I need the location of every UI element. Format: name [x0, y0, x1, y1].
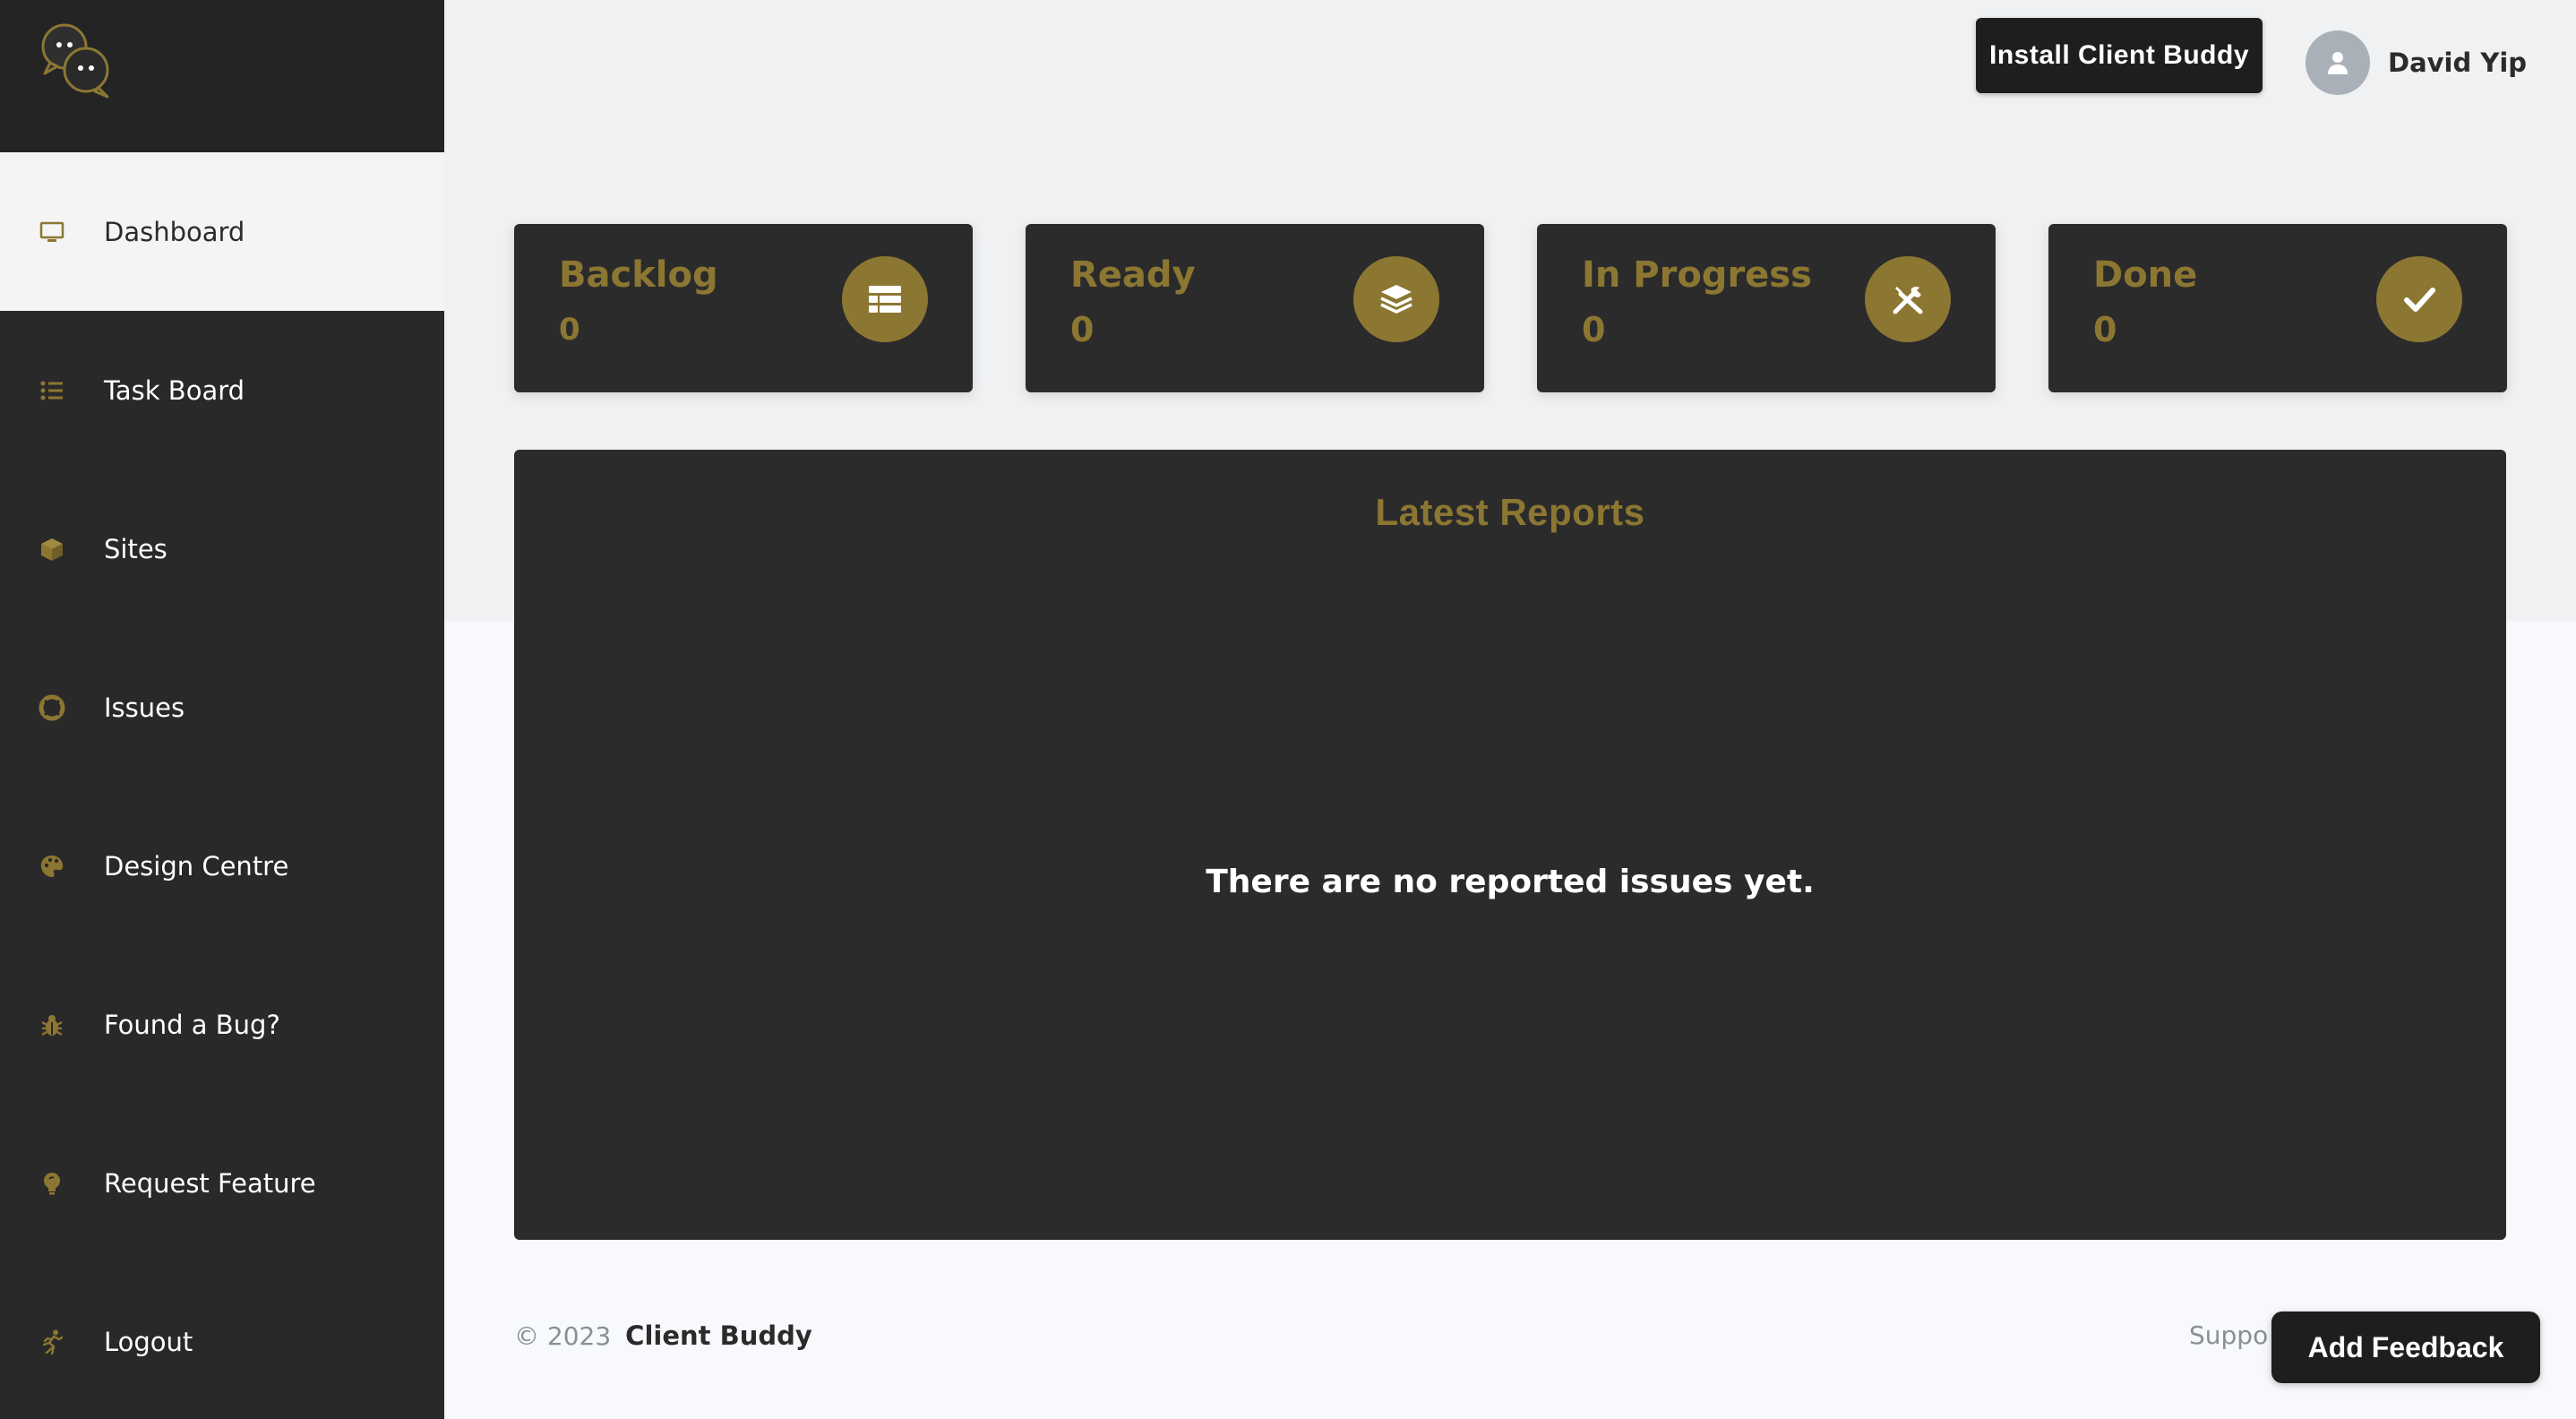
stat-card-ready[interactable]: Ready 0: [1026, 224, 1484, 392]
user-menu[interactable]: David Yip: [2306, 30, 2527, 95]
stat-card-backlog[interactable]: Backlog 0: [514, 224, 973, 392]
stat-card-title: Done: [2093, 254, 2198, 296]
stat-card-title: Ready: [1070, 254, 1196, 296]
sidebar-item-label: Found a Bug?: [104, 1009, 280, 1040]
sidebar-item-label: Logout: [104, 1326, 193, 1357]
sidebar-item-dashboard[interactable]: Dashboard: [0, 152, 444, 311]
cube-icon: [38, 535, 66, 563]
reports-empty-message: There are no reported issues yet.: [1206, 864, 1815, 900]
add-feedback-button[interactable]: Add Feedback: [2271, 1312, 2540, 1383]
footer-brand: Client Buddy: [625, 1320, 812, 1351]
sidebar-item-logout[interactable]: Logout: [0, 1262, 444, 1419]
bug-icon: [38, 1010, 66, 1039]
stat-card-in-progress[interactable]: In Progress 0: [1537, 224, 1996, 392]
stat-card-count: 0: [2093, 310, 2117, 349]
stat-card-title: Backlog: [559, 254, 718, 296]
sidebar: Dashboard Task Board Sites Issues Design…: [0, 0, 444, 1419]
support-link[interactable]: Suppo: [2189, 1320, 2268, 1350]
install-client-buddy-button[interactable]: Install Client Buddy: [1976, 18, 2263, 93]
lightbulb-icon: [38, 1169, 66, 1198]
sidebar-item-label: Task Board: [104, 374, 245, 406]
monitor-icon: [38, 218, 66, 246]
sidebar-item-label: Issues: [104, 692, 185, 723]
stat-card-count: 0: [1582, 310, 1606, 349]
chat-bubbles-logo-icon[interactable]: [36, 20, 116, 100]
sidebar-item-sites[interactable]: Sites: [0, 469, 444, 628]
sidebar-nav: Dashboard Task Board Sites Issues Design…: [0, 152, 444, 1419]
table-icon: [842, 256, 928, 342]
reports-title: Latest Reports: [1375, 491, 1645, 533]
tools-icon: [1865, 256, 1951, 342]
latest-reports-panel: Latest Reports There are no reported iss…: [514, 450, 2506, 1240]
sidebar-item-design-centre[interactable]: Design Centre: [0, 787, 444, 945]
list-icon: [38, 376, 66, 405]
palette-icon: [38, 852, 66, 881]
running-person-icon: [38, 1328, 66, 1356]
sidebar-item-label: Request Feature: [104, 1167, 316, 1199]
sidebar-item-found-a-bug[interactable]: Found a Bug?: [0, 945, 444, 1104]
check-icon: [2376, 256, 2462, 342]
sidebar-item-label: Design Centre: [104, 850, 289, 882]
layers-icon: [1353, 256, 1439, 342]
user-icon: [2306, 30, 2370, 95]
stat-card-count: 0: [559, 312, 580, 348]
sidebar-item-request-feature[interactable]: Request Feature: [0, 1104, 444, 1262]
stat-card-count: 0: [1070, 310, 1095, 349]
sidebar-item-issues[interactable]: Issues: [0, 628, 444, 787]
stat-card-title: In Progress: [1582, 254, 1812, 296]
sidebar-item-label: Sites: [104, 533, 167, 564]
footer-copyright: © 2023: [514, 1321, 612, 1351]
footer: © 2023 Client Buddy: [514, 1320, 812, 1351]
logo-area: [0, 0, 444, 152]
stat-card-done[interactable]: Done 0: [2048, 224, 2507, 392]
sidebar-item-task-board[interactable]: Task Board: [0, 311, 444, 469]
user-name: David Yip: [2388, 47, 2528, 78]
lifebuoy-icon: [38, 693, 66, 722]
sidebar-item-label: Dashboard: [104, 216, 245, 247]
